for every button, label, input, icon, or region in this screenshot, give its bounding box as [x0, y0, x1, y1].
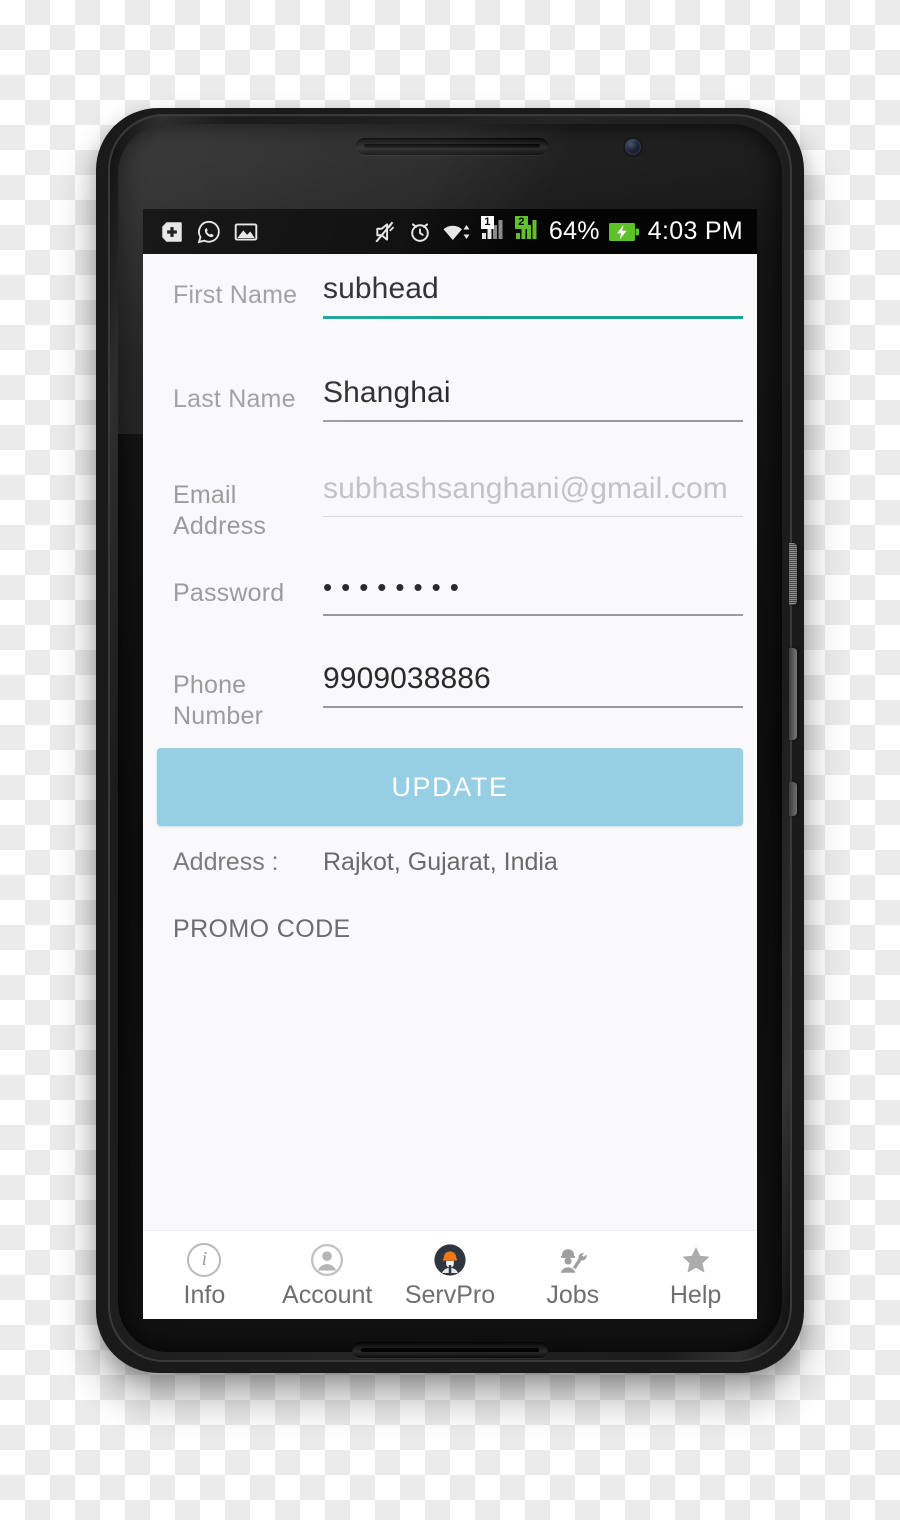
- nav-item-help[interactable]: Help: [634, 1242, 757, 1309]
- address-row: Address : Rajkot, Gujarat, India: [143, 826, 757, 877]
- info-circle-icon: i: [187, 1242, 222, 1278]
- phone-number-underline: [323, 706, 743, 708]
- alarm-icon: [407, 219, 433, 245]
- battery-charging-icon: [608, 220, 640, 244]
- profile-form: First Name subhead Last Name Shanghai Em…: [143, 254, 757, 1230]
- phone-number-label: Phone Number: [173, 671, 264, 730]
- first-name-underline: [323, 316, 743, 319]
- nav-label-jobs: Jobs: [546, 1280, 600, 1309]
- battery-percent-label: 64%: [548, 217, 600, 245]
- power-button[interactable]: [789, 543, 797, 605]
- email-address-value: subhashsanghani@gmail.com: [323, 472, 728, 505]
- whatsapp-icon: [196, 219, 222, 245]
- sim2-badge: 2: [514, 216, 528, 229]
- gallery-icon: [233, 219, 259, 245]
- nav-label-help: Help: [669, 1280, 722, 1309]
- wifi-icon: [441, 219, 473, 245]
- sim1-badge: 1: [480, 216, 494, 229]
- nav-label-account: Account: [282, 1280, 373, 1309]
- last-name-underline: [323, 420, 743, 422]
- phone-number-value: 9909038886: [323, 662, 491, 695]
- last-name-input[interactable]: Shanghai: [323, 358, 743, 422]
- field-row-phone-number: Phone Number 9909038886: [143, 644, 757, 736]
- status-bar-clock: 4:03 PM: [647, 217, 743, 245]
- bottom-speaker-grille: [352, 1342, 548, 1358]
- first-name-value: subhead: [323, 272, 439, 305]
- volume-down-button[interactable]: [789, 782, 797, 816]
- nav-label-info: Info: [183, 1280, 226, 1309]
- field-row-last-name: Last Name Shanghai: [143, 358, 757, 454]
- password-underline: [323, 614, 743, 616]
- front-camera: [625, 139, 641, 155]
- signal-sim1-icon: 1: [480, 216, 507, 246]
- mute-icon: [373, 219, 399, 245]
- email-address-underline: [323, 516, 743, 517]
- status-bar: 1 2 64% 4:03 PM: [143, 209, 757, 254]
- nav-item-account[interactable]: Account: [266, 1242, 389, 1309]
- servpro-worker-icon: [433, 1242, 467, 1278]
- field-row-first-name: First Name subhead: [143, 254, 757, 358]
- first-name-label: First Name: [173, 281, 298, 309]
- last-name-label: Last Name: [173, 385, 296, 413]
- address-label: Address :: [173, 848, 279, 876]
- update-button[interactable]: UPDATE: [157, 748, 743, 826]
- bottom-navigation-bar: i Info Account ServPro Jobs Help: [143, 1230, 757, 1319]
- first-name-input[interactable]: subhead: [323, 254, 743, 319]
- last-name-value: Shanghai: [323, 376, 451, 409]
- star-icon: [679, 1242, 713, 1278]
- status-bar-right-icons: 1 2 64% 4:03 PM: [373, 216, 743, 246]
- email-address-label: Email Address: [173, 481, 267, 540]
- person-circle-icon: [310, 1242, 344, 1278]
- password-value: ••••••••: [323, 572, 468, 602]
- plus-box-icon: [159, 219, 185, 245]
- field-row-password: Password ••••••••: [143, 552, 757, 644]
- volume-up-button[interactable]: [789, 648, 797, 740]
- nav-label-servpro: ServPro: [404, 1280, 496, 1309]
- phone-number-input[interactable]: 9909038886: [323, 644, 743, 708]
- worker-wrench-icon: [556, 1242, 590, 1278]
- password-input[interactable]: ••••••••: [323, 552, 743, 616]
- phone-screen: 1 2 64% 4:03 PM First Name subhead Last …: [143, 209, 757, 1319]
- email-address-input[interactable]: subhashsanghani@gmail.com: [323, 454, 743, 517]
- signal-sim2-icon: 2: [514, 216, 541, 246]
- promo-code-label[interactable]: PROMO CODE: [143, 877, 757, 944]
- nav-item-servpro[interactable]: ServPro: [389, 1242, 512, 1309]
- password-label: Password: [173, 579, 285, 607]
- field-row-email-address: Email Address subhashsanghani@gmail.com: [143, 454, 757, 552]
- earpiece-speaker: [356, 138, 548, 155]
- status-bar-left-icons: [159, 219, 259, 245]
- nav-item-jobs[interactable]: Jobs: [511, 1242, 634, 1309]
- nav-item-info[interactable]: i Info: [143, 1242, 266, 1309]
- address-value: Rajkot, Gujarat, India: [323, 848, 558, 876]
